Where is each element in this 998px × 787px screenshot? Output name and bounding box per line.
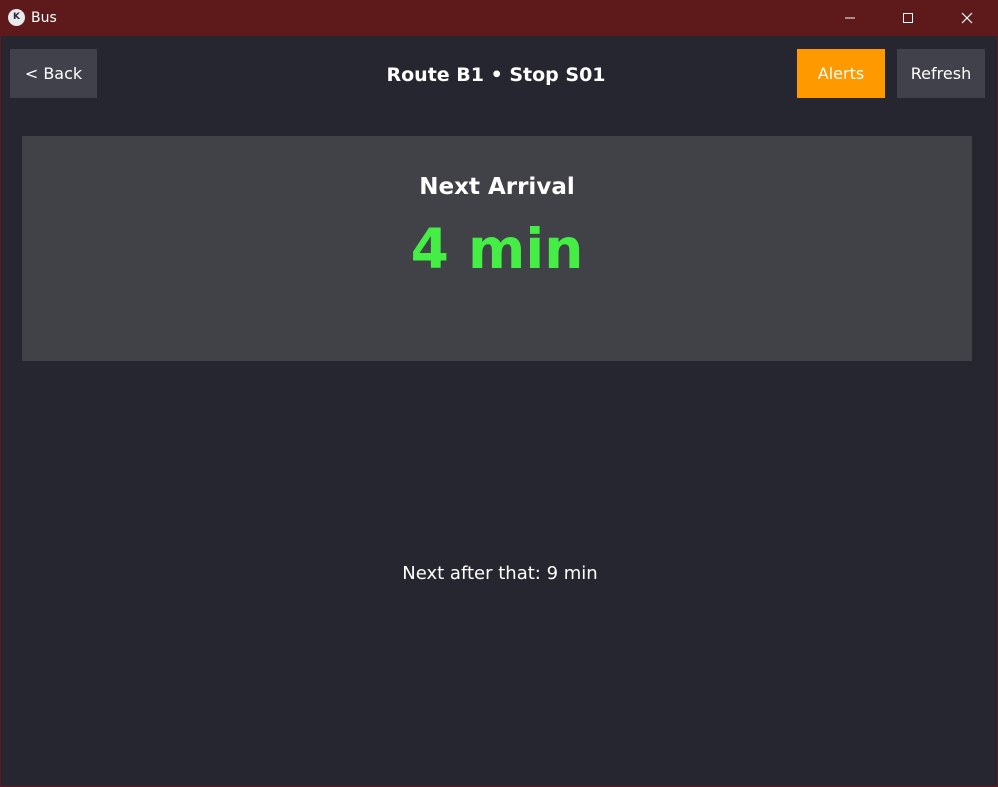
refresh-button[interactable]: Refresh — [897, 49, 985, 98]
back-button[interactable]: < Back — [10, 49, 97, 98]
next-arrival-value: 4 min — [410, 217, 584, 281]
title-bar[interactable]: K Bus — [1, 0, 998, 36]
window-title: Bus — [31, 10, 57, 26]
app-window: K Bus < Back Route B1 • Stop S01 Alerts … — [0, 0, 998, 787]
maximize-button[interactable] — [879, 0, 937, 36]
next-arrival-card: Next Arrival 4 min — [22, 136, 972, 361]
page-title: Route B1 • Stop S01 — [386, 64, 606, 86]
alerts-button[interactable]: Alerts — [797, 49, 885, 98]
minimize-button[interactable] — [821, 0, 879, 36]
maximize-icon — [903, 13, 913, 23]
close-icon — [961, 12, 973, 24]
next-after-text: Next after that: 9 min — [402, 563, 598, 584]
next-arrival-label: Next Arrival — [419, 174, 575, 200]
close-button[interactable] — [938, 0, 996, 36]
app-logo-icon: K — [8, 9, 25, 26]
minimize-icon — [845, 17, 855, 19]
